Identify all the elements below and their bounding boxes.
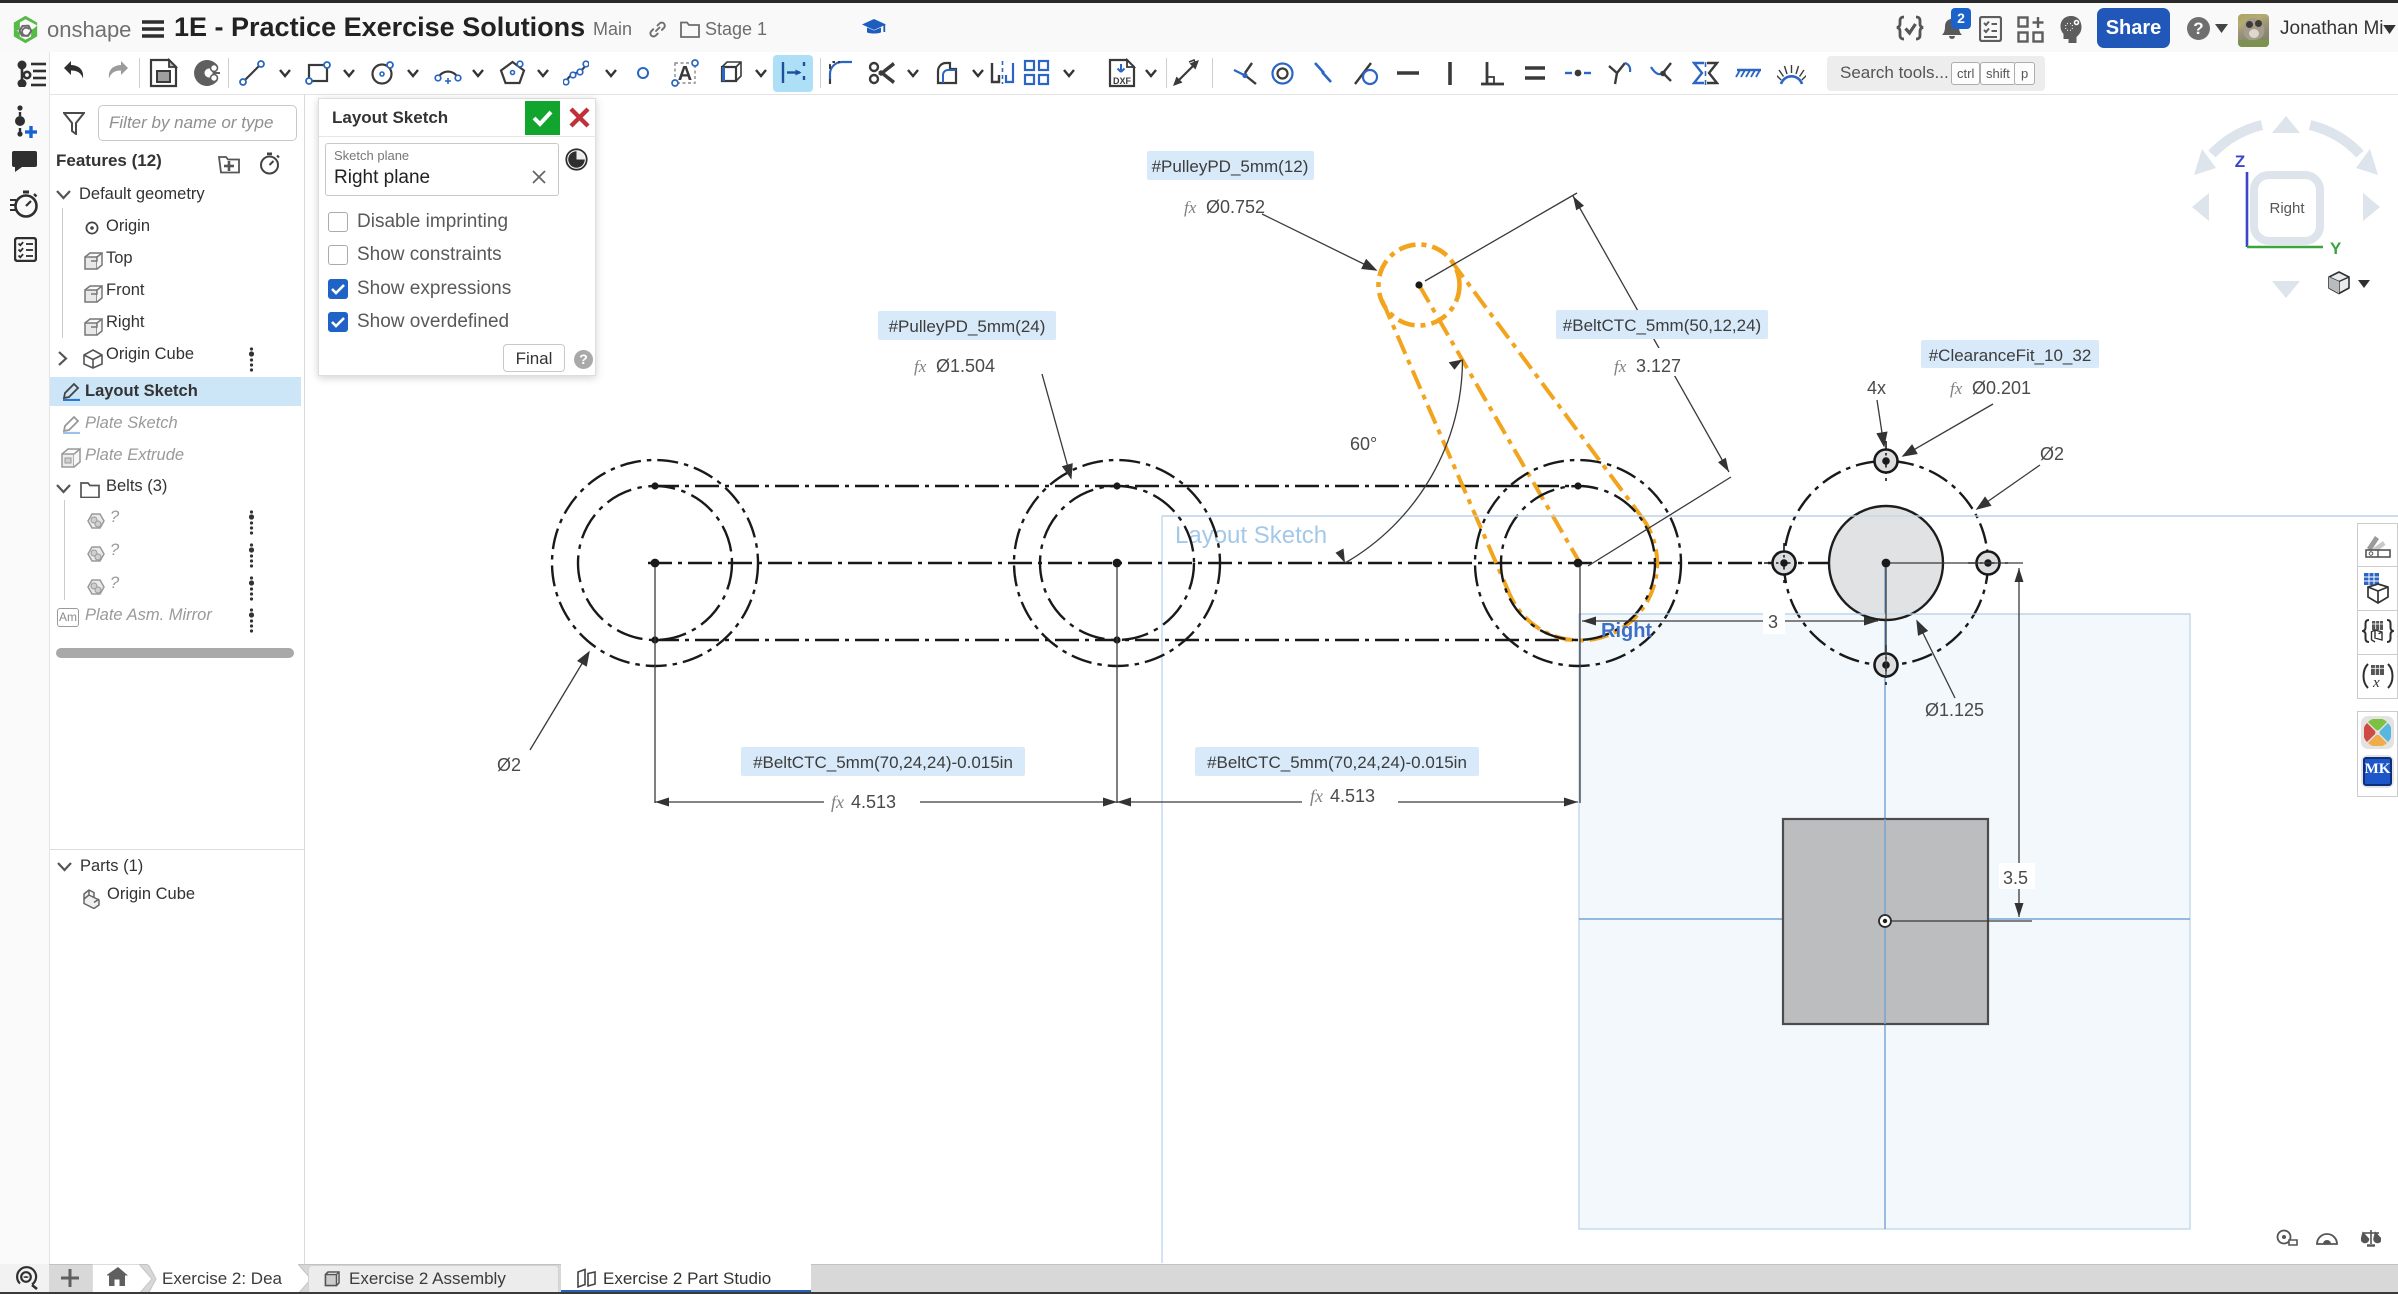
svg-text:Right: Right <box>1601 620 1652 642</box>
svg-text:Z: Z <box>2235 152 2245 171</box>
svg-text:fx: fx <box>1614 357 1627 376</box>
svg-text:#PulleyPD_5mm(24): #PulleyPD_5mm(24) <box>889 317 1046 336</box>
svg-text:fx: fx <box>1950 379 1963 398</box>
svg-text:A: A <box>678 63 692 85</box>
svg-text:Ø1.125: Ø1.125 <box>1925 700 1984 720</box>
svg-text:fx: fx <box>831 792 844 812</box>
svg-text:4.513: 4.513 <box>1330 786 1375 806</box>
svg-text:#BeltCTC_5mm(70,24,24)-0.015in: #BeltCTC_5mm(70,24,24)-0.015in <box>1207 753 1467 772</box>
svg-text:Layout Sketch: Layout Sketch <box>1175 522 1327 549</box>
svg-text:Ø0.752: Ø0.752 <box>1206 197 1265 217</box>
svg-text:#ClearanceFit_10_32: #ClearanceFit_10_32 <box>1929 346 2092 365</box>
svg-text:#BeltCTC_5mm(50,12,24): #BeltCTC_5mm(50,12,24) <box>1563 316 1761 335</box>
svg-text:fx: fx <box>1184 198 1197 217</box>
svg-text:fx: fx <box>1310 786 1323 806</box>
svg-text:3.5: 3.5 <box>2003 868 2028 888</box>
svg-text:#BeltCTC_5mm(70,24,24)-0.015in: #BeltCTC_5mm(70,24,24)-0.015in <box>753 753 1013 772</box>
svg-text:Ø2: Ø2 <box>497 755 521 775</box>
svg-text:fx: fx <box>914 357 927 376</box>
svg-text:Y: Y <box>2330 239 2342 258</box>
svg-text:Right: Right <box>2269 200 2305 217</box>
svg-text:x: x <box>2372 675 2380 691</box>
svg-text:4.513: 4.513 <box>851 792 896 812</box>
svg-text:3: 3 <box>1768 612 1778 632</box>
svg-text:3.127: 3.127 <box>1636 356 1681 376</box>
svg-text:DXF: DXF <box>1113 76 1132 86</box>
svg-text:Ø0.201: Ø0.201 <box>1972 378 2031 398</box>
svg-text:60°: 60° <box>1350 434 1377 454</box>
svg-text:Ø1.504: Ø1.504 <box>936 356 995 376</box>
svg-text:Ø2: Ø2 <box>2040 444 2064 464</box>
svg-text:4x: 4x <box>1867 378 1886 398</box>
svg-text:#PulleyPD_5mm(12): #PulleyPD_5mm(12) <box>1152 157 1309 176</box>
